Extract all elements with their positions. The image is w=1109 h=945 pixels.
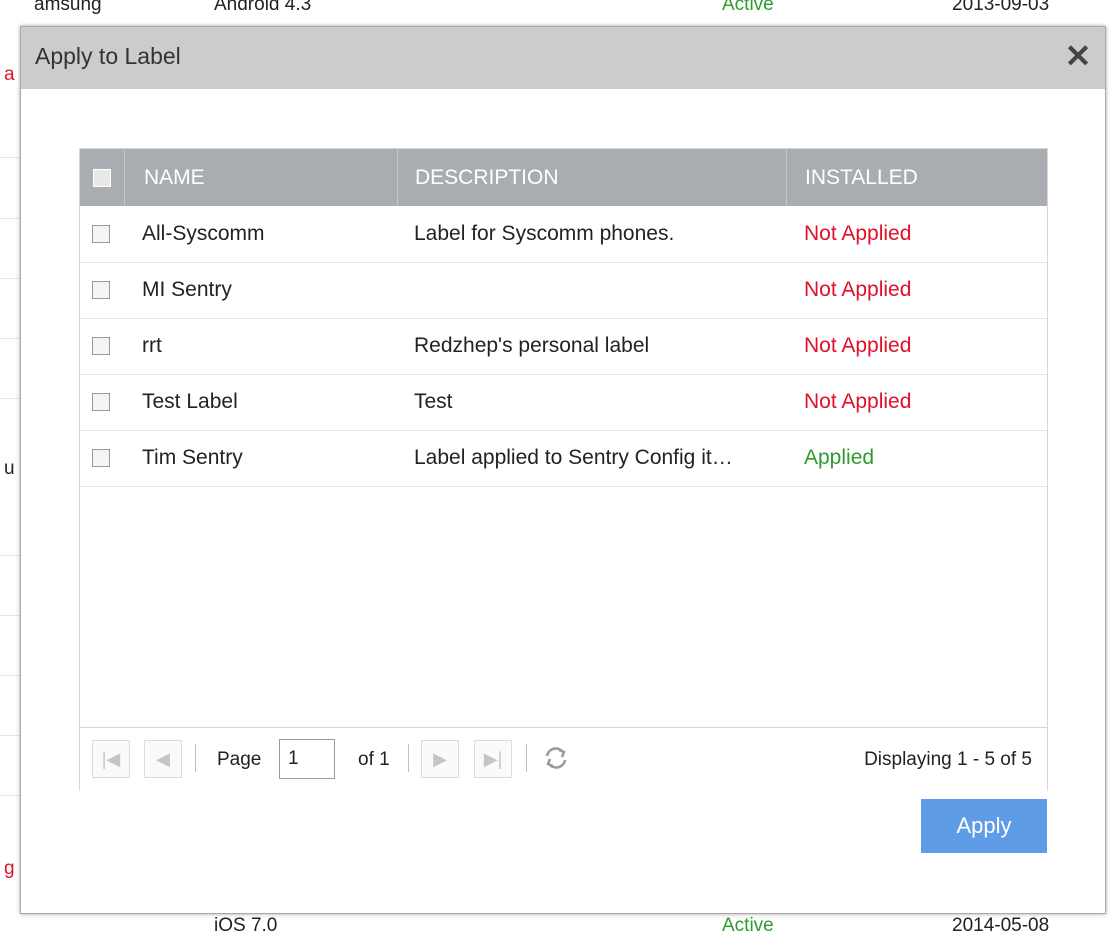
- row-checkbox[interactable]: [92, 281, 110, 299]
- last-page-button[interactable]: ▶|: [474, 740, 512, 778]
- installed-status: Applied: [804, 446, 875, 469]
- background-divider: [0, 398, 20, 399]
- apply-button[interactable]: Apply: [921, 799, 1047, 853]
- label-description: Label for Syscomm phones.: [414, 222, 675, 245]
- background-divider: [0, 157, 20, 158]
- background-divider: [0, 615, 20, 616]
- row-checkbox[interactable]: [92, 337, 110, 355]
- select-all-column: [80, 149, 125, 206]
- table-row[interactable]: Test Label Test Not Applied: [80, 374, 1047, 431]
- background-fragment: a: [4, 64, 15, 85]
- installed-status: Not Applied: [804, 278, 912, 301]
- label-name: rrt: [142, 334, 162, 357]
- table-row[interactable]: Tim Sentry Label applied to Sentry Confi…: [80, 430, 1047, 487]
- background-row-bottom: iOS 7.0 Active 2014-05-08: [0, 915, 1109, 945]
- background-date: 2013-09-03: [952, 0, 1050, 15]
- background-divider: [0, 795, 20, 796]
- background-divider: [0, 278, 20, 279]
- label-name: Test Label: [142, 390, 238, 413]
- close-icon[interactable]: ✕: [1061, 39, 1095, 73]
- background-os: Android 4.3: [214, 0, 312, 15]
- background-divider: [0, 675, 20, 676]
- page-count-label: of 1: [358, 749, 390, 770]
- background-device: amsung: [34, 0, 102, 15]
- label-name: MI Sentry: [142, 278, 232, 301]
- label-description: Label applied to Sentry Config it…: [414, 446, 733, 469]
- paging-toolbar: |◀ ◀ Page of 1 ▶ ▶| Displaying 1 - 5 of …: [80, 727, 1047, 791]
- column-header-installed[interactable]: INSTALLED: [787, 149, 1047, 206]
- row-checkbox[interactable]: [92, 225, 110, 243]
- label-name: All-Syscomm: [142, 222, 265, 245]
- background-divider: [0, 218, 20, 219]
- toolbar-separator: [526, 744, 527, 772]
- background-status: Active: [722, 915, 774, 936]
- refresh-icon[interactable]: [542, 744, 570, 772]
- table-row[interactable]: rrt Redzhep's personal label Not Applied: [80, 318, 1047, 375]
- first-page-button[interactable]: |◀: [92, 740, 130, 778]
- page-label: Page: [217, 749, 262, 770]
- select-all-checkbox[interactable]: [93, 169, 111, 187]
- row-checkbox[interactable]: [92, 393, 110, 411]
- background-fragment: u: [4, 458, 15, 479]
- displaying-count: Displaying 1 - 5 of 5: [864, 749, 1032, 770]
- label-description: [414, 262, 784, 318]
- table-row[interactable]: All-Syscomm Label for Syscomm phones. No…: [80, 206, 1047, 263]
- column-header-name[interactable]: NAME: [124, 149, 398, 206]
- background-row-top: amsung Android 4.3 Active 2013-09-03: [0, 0, 1109, 24]
- dialog-header: Apply to Label ✕: [21, 27, 1105, 89]
- apply-to-label-dialog: Apply to Label ✕ NAME DESCRIPTION INSTAL…: [20, 26, 1106, 914]
- toolbar-separator: [408, 744, 409, 772]
- background-divider: [0, 338, 20, 339]
- background-divider: [0, 555, 20, 556]
- page-number-input[interactable]: [279, 739, 335, 779]
- label-description: Test: [414, 390, 453, 413]
- background-date: 2014-05-08: [952, 915, 1050, 936]
- table-row[interactable]: MI Sentry Not Applied: [80, 262, 1047, 319]
- installed-status: Not Applied: [804, 222, 912, 245]
- background-os: iOS 7.0: [214, 915, 278, 936]
- installed-status: Not Applied: [804, 390, 912, 413]
- previous-page-button[interactable]: ◀: [144, 740, 182, 778]
- label-name: Tim Sentry: [142, 446, 243, 469]
- row-checkbox[interactable]: [92, 449, 110, 467]
- dialog-title: Apply to Label: [35, 43, 181, 69]
- grid-header: NAME DESCRIPTION INSTALLED: [80, 149, 1047, 206]
- installed-status: Not Applied: [804, 334, 912, 357]
- background-divider: [0, 735, 20, 736]
- column-header-description[interactable]: DESCRIPTION: [398, 149, 787, 206]
- label-grid: NAME DESCRIPTION INSTALLED All-Syscomm L…: [79, 148, 1048, 791]
- background-fragment: g: [4, 858, 15, 879]
- background-status: Active: [722, 0, 774, 15]
- label-description: Redzhep's personal label: [414, 334, 650, 357]
- next-page-button[interactable]: ▶: [421, 740, 459, 778]
- toolbar-separator: [195, 744, 196, 772]
